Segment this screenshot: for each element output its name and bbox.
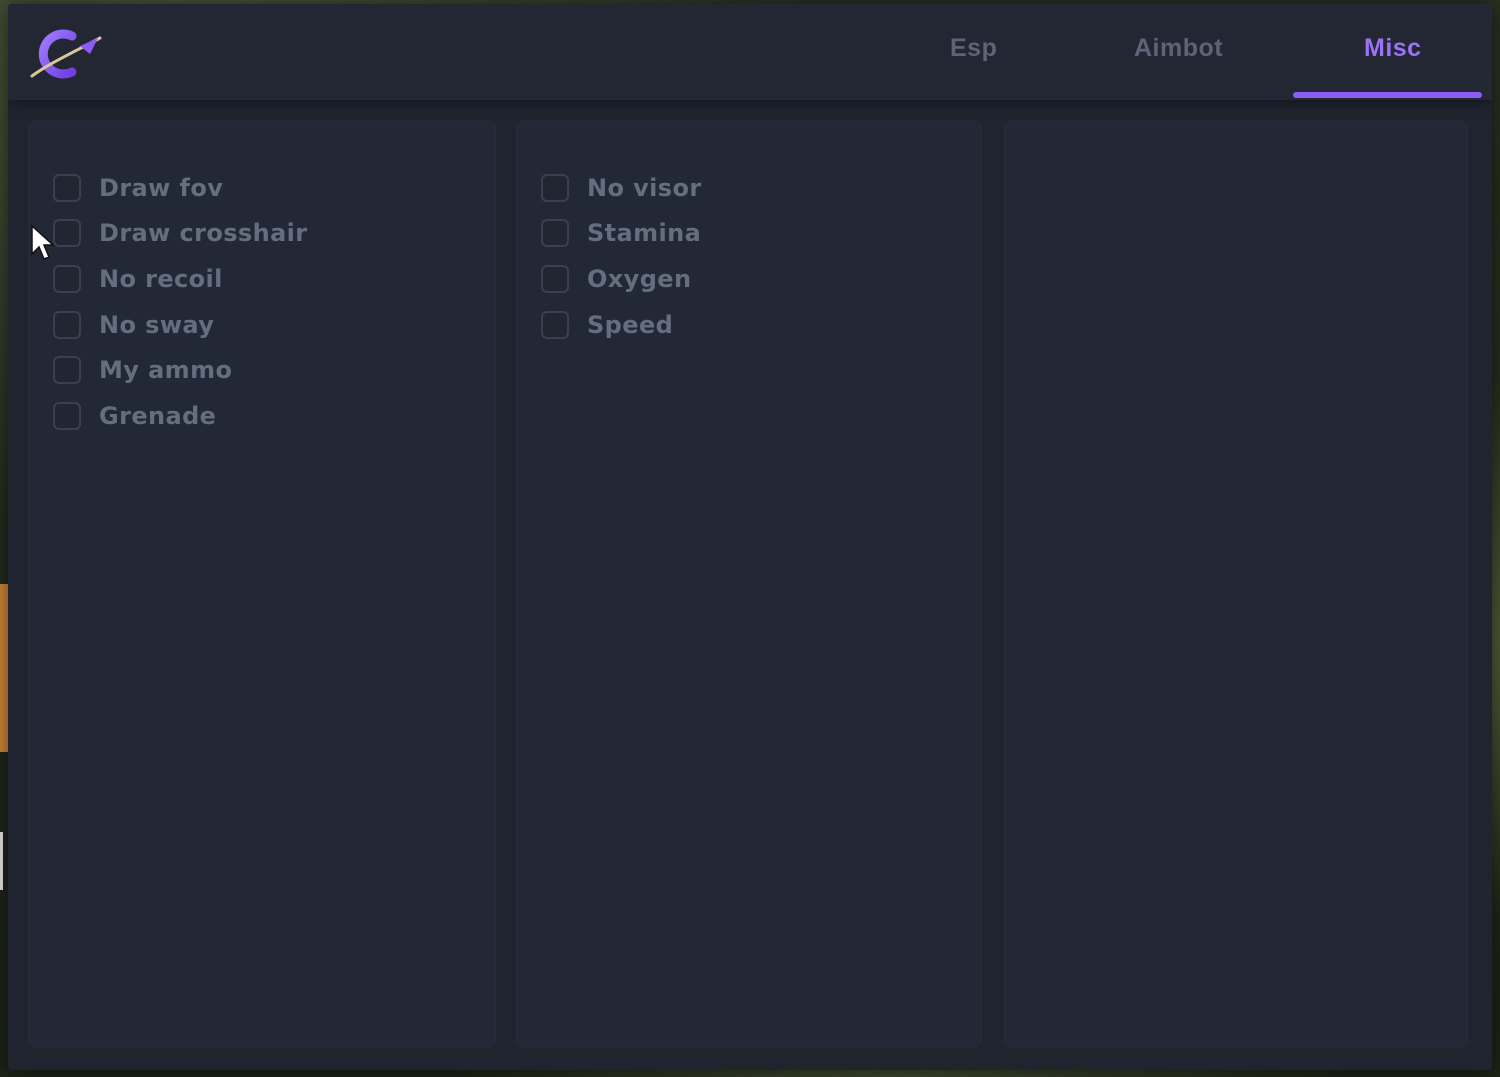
option-checkbox[interactable] [541,264,569,293]
active-tab-indicator [1293,92,1482,98]
option-row[interactable]: My ammo [53,347,308,393]
option-label: Oxygen [587,264,692,293]
option-row[interactable]: Grenade [53,393,308,439]
option-label: Draw crosshair [99,219,308,248]
option-label: No sway [99,310,215,339]
option-checkbox[interactable] [53,401,81,430]
option-checkbox[interactable] [53,264,81,293]
option-label: Speed [587,310,674,339]
option-checkbox[interactable] [541,310,569,339]
options-panel-right [1004,120,1468,1048]
option-row[interactable]: No sway [53,302,308,348]
options-list-left: Draw fov Draw crosshair No recoil No sway My… [53,165,308,439]
option-row[interactable]: Oxygen [541,256,702,302]
option-label: Draw fov [99,173,224,202]
option-row[interactable]: Draw fov [53,165,308,211]
background-edge-white [0,832,3,890]
option-row[interactable]: Draw crosshair [53,211,308,257]
planet-c-logo-icon [30,29,102,79]
options-list-middle: No visor Stamina Oxygen Speed [541,165,702,347]
tab-aimbot[interactable]: Aimbot [1134,34,1223,74]
option-label: Stamina [587,219,702,248]
tab-esp[interactable]: Esp [950,34,997,74]
option-checkbox[interactable] [53,219,81,248]
option-row[interactable]: No visor [541,165,702,211]
option-row[interactable]: Speed [541,302,702,348]
option-checkbox[interactable] [53,310,81,339]
background-edge-orange [0,584,8,752]
option-checkbox[interactable] [53,173,81,202]
option-checkbox[interactable] [541,173,569,202]
option-row[interactable]: Stamina [541,211,702,257]
options-panel-left: Draw fov Draw crosshair No recoil No sway My… [28,120,496,1048]
option-label: No recoil [99,264,223,293]
option-checkbox[interactable] [541,219,569,248]
option-row[interactable]: No recoil [53,256,308,302]
option-label: Grenade [99,401,217,430]
option-label: No visor [587,173,702,202]
cheat-menu-window: Esp Aimbot Misc Draw fov Draw crosshair No… [8,4,1492,1070]
menu-header: Esp Aimbot Misc [8,4,1492,100]
option-checkbox[interactable] [53,356,81,385]
option-label: My ammo [99,356,233,385]
options-panel-middle: No visor Stamina Oxygen Speed [516,120,982,1048]
tab-misc[interactable]: Misc [1364,34,1422,74]
